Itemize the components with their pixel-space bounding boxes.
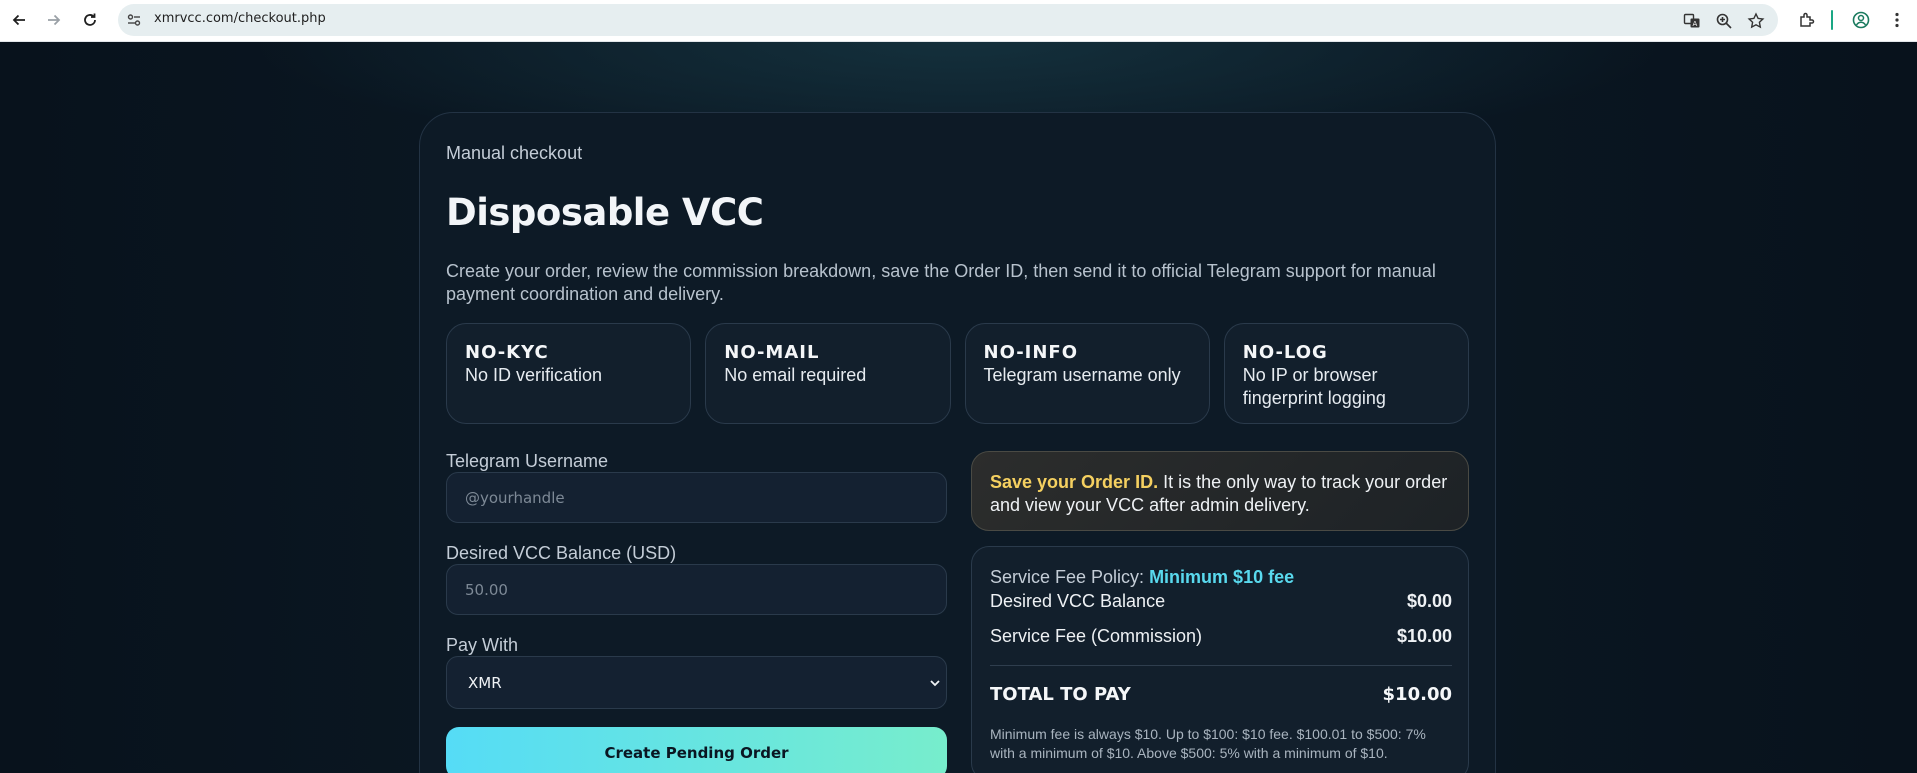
feature-card-no-mail: NO-MAIL No email required: [705, 323, 951, 424]
svg-text:A: A: [1693, 20, 1698, 28]
url-text: xmrvcc.com/checkout.php: [154, 11, 326, 26]
chevron-down-icon: [928, 676, 942, 690]
feature-desc: No email required: [724, 365, 867, 385]
vcc-balance-label: Desired VCC Balance (USD): [446, 543, 677, 563]
site-settings-icon[interactable]: [126, 12, 142, 28]
extensions-icon[interactable]: [1796, 9, 1818, 31]
address-bar[interactable]: xmrvcc.com/checkout.php A: [118, 4, 1778, 36]
fee-row-label: Service Fee (Commission): [990, 626, 1203, 646]
back-arrow-icon[interactable]: [8, 9, 30, 31]
pay-with-select[interactable]: XMR: [446, 656, 947, 709]
telegram-username-label: Telegram Username: [446, 451, 609, 471]
translate-icon[interactable]: A: [1683, 12, 1701, 30]
feature-card-no-log: NO-LOG No IP or browser fingerprint logg…: [1223, 323, 1469, 424]
feature-desc: Telegram username only: [983, 365, 1181, 385]
total-row: TOTAL TO PAY $10.00: [990, 684, 1452, 705]
toolbar-divider: [1831, 10, 1833, 30]
feature-card-no-info: NO-INFO Telegram username only: [964, 323, 1210, 424]
pay-with-value: XMR: [468, 674, 502, 692]
telegram-username-placeholder: @yourhandle: [465, 489, 565, 507]
vcc-balance-input[interactable]: 50.00: [446, 564, 947, 615]
feature-card-no-kyc: NO-KYC No ID verification: [446, 323, 692, 424]
price-summary: Service Fee Policy: Minimum $10 fee Desi…: [971, 546, 1469, 773]
intro-text: Create your order, review the commission…: [446, 261, 1436, 304]
feature-title: NO-KYC: [465, 342, 549, 363]
fee-policy-label: Service Fee Policy:: [990, 567, 1150, 587]
feature-title: NO-MAIL: [724, 342, 820, 363]
balance-row-value: $0.00: [1406, 591, 1452, 611]
order-id-notice: Save your Order ID. It is the only way t…: [971, 451, 1469, 531]
balance-row-label: Desired VCC Balance: [990, 591, 1166, 611]
fee-row: Service Fee (Commission) $10.00: [990, 626, 1452, 647]
notice-highlight: Save your Order ID.: [990, 472, 1159, 492]
balance-row: Desired VCC Balance $0.00: [990, 591, 1452, 612]
zoom-icon[interactable]: [1715, 12, 1733, 30]
total-label: TOTAL TO PAY: [990, 684, 1131, 705]
create-order-button[interactable]: Create Pending Order: [446, 727, 947, 773]
checkout-card: Manual checkout Disposable VCC Create yo…: [419, 112, 1496, 773]
fee-policy: Service Fee Policy: Minimum $10 fee: [990, 567, 1294, 588]
fee-row-value: $10.00: [1396, 626, 1452, 646]
fee-policy-value: Minimum $10 fee: [1149, 567, 1295, 587]
pay-with-label: Pay With: [446, 635, 519, 655]
profile-icon[interactable]: [1850, 9, 1872, 31]
bookmark-star-icon[interactable]: [1747, 12, 1765, 30]
feature-desc: No IP or browser fingerprint logging: [1242, 365, 1386, 408]
forward-arrow-icon[interactable]: [43, 9, 65, 31]
summary-divider: [990, 665, 1452, 666]
fee-fine-print: Minimum fee is always $10. Up to $100: $…: [990, 726, 1426, 761]
feature-title: NO-INFO: [983, 342, 1079, 363]
vcc-balance-placeholder: 50.00: [465, 581, 508, 599]
page-content: Manual checkout Disposable VCC Create yo…: [0, 42, 1917, 773]
eyebrow-label: Manual checkout: [446, 143, 583, 163]
feature-list: NO-KYC No ID verification NO-MAIL No ema…: [446, 323, 1469, 424]
feature-title: NO-LOG: [1242, 342, 1328, 363]
menu-kebab-icon[interactable]: [1886, 9, 1908, 31]
telegram-username-input[interactable]: @yourhandle: [446, 472, 947, 523]
total-value: $10.00: [1382, 684, 1452, 705]
reload-icon[interactable]: [79, 9, 101, 31]
page-title: Disposable VCC: [446, 191, 764, 234]
feature-desc: No ID verification: [465, 365, 603, 385]
browser-toolbar: xmrvcc.com/checkout.php A: [0, 0, 1917, 42]
create-order-label: Create Pending Order: [604, 744, 789, 762]
